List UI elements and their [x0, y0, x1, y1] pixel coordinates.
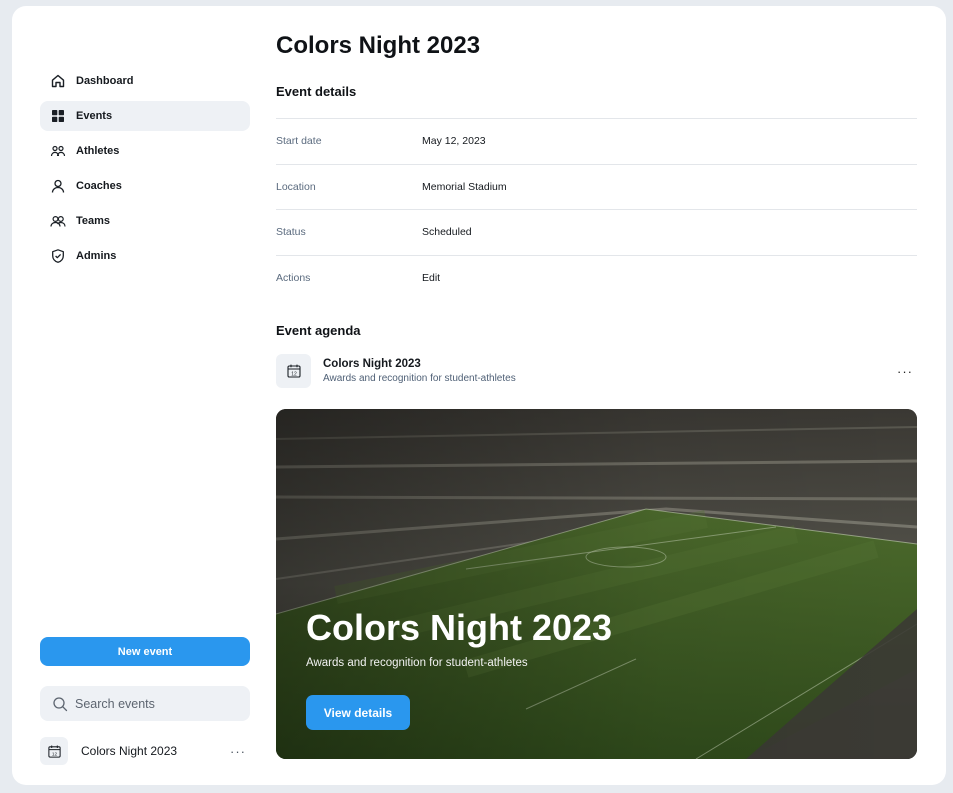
agenda-item-subtitle: Awards and recognition for student-athle… [323, 373, 516, 384]
svg-text:12: 12 [51, 751, 57, 756]
view-details-button[interactable]: View details [306, 695, 410, 730]
sidebar-item-teams[interactable]: Teams [40, 206, 250, 236]
detail-value: Memorial Stadium [422, 180, 507, 193]
sidebar-item-coaches[interactable]: Coaches [40, 171, 250, 201]
team-icon [49, 212, 67, 230]
sidebar-item-label: Athletes [76, 145, 120, 157]
event-hero-card: Colors Night 2023 Awards and recognition… [276, 409, 917, 759]
svg-text:12: 12 [291, 371, 297, 377]
detail-row-actions: Actions Edit [276, 254, 917, 301]
sidebar: Dashboard Events Athletes Coaches Teams … [40, 6, 250, 785]
sidebar-item-label: Admins [76, 250, 117, 262]
calendar-icon: 12 [40, 737, 68, 765]
sidebar-event-name: Colors Night 2023 [81, 744, 178, 758]
hero-subtitle: Awards and recognition for student-athle… [306, 657, 528, 669]
hero-title: Colors Night 2023 [306, 607, 613, 648]
detail-key: Actions [276, 271, 311, 284]
detail-row-status: Status Scheduled [276, 209, 917, 255]
sidebar-item-label: Teams [76, 215, 111, 227]
detail-key: Status [276, 226, 306, 239]
agenda-item-text: Colors Night 2023 Awards and recognition… [323, 358, 516, 384]
sidebar-item-label: Coaches [76, 180, 122, 192]
search-icon [53, 696, 68, 711]
sidebar-item-events[interactable]: Events [40, 101, 250, 131]
sidebar-event-item[interactable]: 12 Colors Night 2023 ··· [40, 737, 250, 765]
detail-row-start-date: Start date May 12, 2023 [276, 118, 917, 164]
sidebar-nav: Dashboard Events Athletes Coaches Teams … [40, 66, 250, 276]
sidebar-item-label: Events [76, 110, 113, 122]
detail-value: Scheduled [422, 226, 472, 239]
event-details-list: Start date May 12, 2023 Location Memoria… [276, 118, 917, 300]
new-event-button[interactable]: New event [40, 637, 250, 666]
sidebar-item-dashboard[interactable]: Dashboard [40, 66, 250, 96]
sidebar-item-athletes[interactable]: Athletes [40, 136, 250, 166]
users-icon [49, 142, 67, 160]
more-options-icon[interactable]: ··· [897, 364, 913, 379]
detail-value: May 12, 2023 [422, 135, 486, 148]
search-input[interactable] [75, 696, 235, 711]
edit-link[interactable]: Edit [422, 272, 440, 284]
sidebar-item-admins[interactable]: Admins [40, 241, 250, 271]
search-box[interactable] [40, 686, 250, 721]
event-details-heading: Event details [276, 84, 357, 99]
agenda-item[interactable]: 12 Colors Night 2023 Awards and recognit… [276, 354, 917, 388]
detail-key: Start date [276, 135, 322, 148]
user-icon [49, 177, 67, 195]
grid-icon [49, 107, 67, 125]
home-icon [49, 72, 67, 90]
detail-row-location: Location Memorial Stadium [276, 163, 917, 210]
app-window: Dashboard Events Athletes Coaches Teams … [12, 6, 946, 785]
event-agenda-heading: Event agenda [276, 323, 361, 338]
sidebar-item-label: Dashboard [76, 75, 134, 87]
detail-key: Location [276, 180, 316, 193]
calendar-icon: 12 [276, 354, 311, 388]
agenda-item-title: Colors Night 2023 [323, 358, 421, 370]
page-title: Colors Night 2023 [276, 32, 481, 59]
shield-icon [49, 247, 67, 265]
more-options-icon[interactable]: ··· [230, 744, 246, 759]
